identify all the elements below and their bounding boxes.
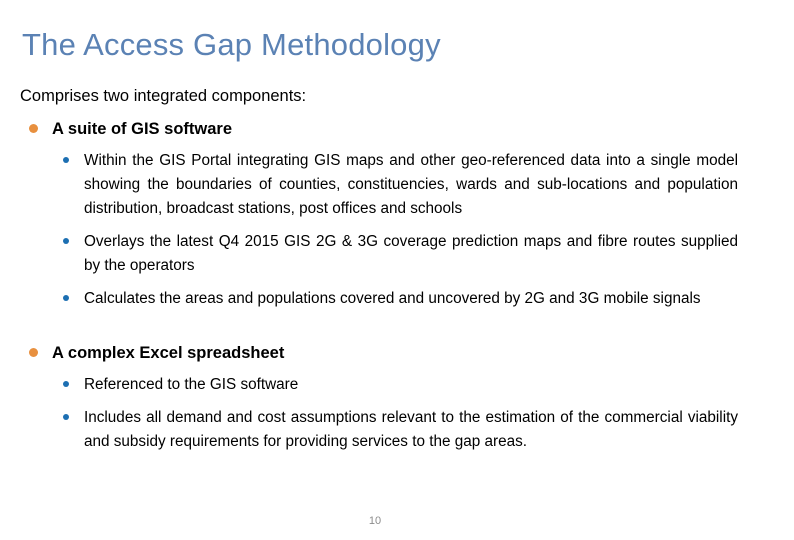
blue-dot-bullet-icon [63, 414, 69, 420]
blue-dot-bullet-icon [63, 157, 69, 163]
sub-bullet-text: Referenced to the GIS software [84, 376, 299, 393]
section-heading: A suite of GIS software [52, 120, 233, 138]
list-item: Within the GIS Portal integrating GIS ma… [52, 149, 738, 221]
sub-bullet-text: Includes all demand and cost assumptions… [84, 409, 738, 450]
list-item: Referenced to the GIS software [52, 373, 738, 397]
sub-bullet-text: Within the GIS Portal integrating GIS ma… [84, 152, 738, 217]
lead-line: Comprises two integrated components: [20, 87, 307, 105]
orange-dot-bullet-icon [29, 348, 38, 357]
sub-bullet-list-1: Within the GIS Portal integrating GIS ma… [52, 149, 794, 311]
slide-body: Comprises two integrated components: A s… [0, 84, 794, 463]
list-item: Includes all demand and cost assumptions… [52, 406, 738, 454]
blue-dot-bullet-icon [63, 295, 69, 301]
list-item-section-2: A complex Excel spreadsheet Referenced t… [0, 338, 794, 454]
slide: The Access Gap Methodology Comprises two… [0, 0, 794, 540]
section-heading: A complex Excel spreadsheet [52, 344, 285, 362]
slide-title: The Access Gap Methodology [22, 27, 441, 62]
orange-dot-bullet-icon [29, 124, 38, 133]
sub-bullet-text: Calculates the areas and populations cov… [84, 290, 701, 307]
section-spacer [0, 320, 794, 336]
blue-dot-bullet-icon [63, 238, 69, 244]
blue-dot-bullet-icon [63, 381, 69, 387]
list-item-section-1: A suite of GIS software Within the GIS P… [0, 114, 794, 311]
list-item: Calculates the areas and populations cov… [52, 287, 738, 311]
sub-bullet-text: Overlays the latest Q4 2015 GIS 2G & 3G … [84, 233, 738, 274]
slide-number: 10 [368, 515, 382, 527]
sub-bullet-list-2: Referenced to the GIS software Includes … [52, 373, 794, 454]
list-item: Overlays the latest Q4 2015 GIS 2G & 3G … [52, 230, 738, 278]
top-level-bullet-list: A suite of GIS software Within the GIS P… [0, 114, 794, 454]
